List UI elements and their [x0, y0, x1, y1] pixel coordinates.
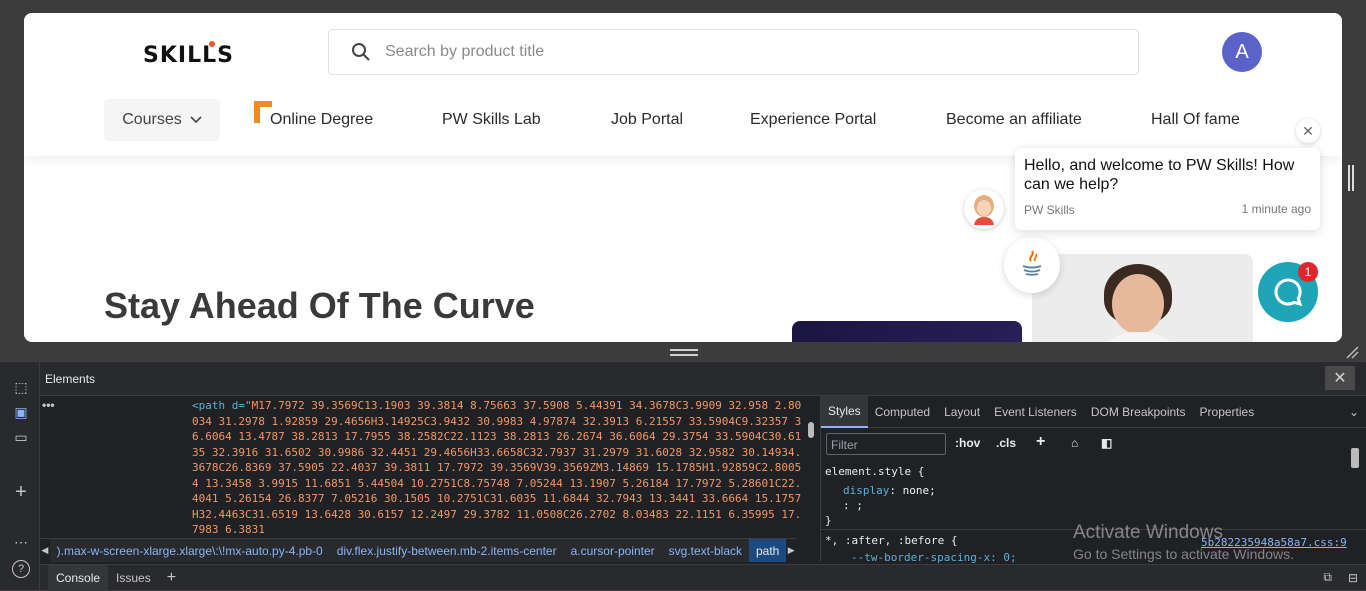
- styles-tabbar: Styles Computed Layout Event Listeners D…: [821, 395, 1366, 428]
- add-tool-icon[interactable]: +: [12, 481, 30, 503]
- logo-text: SKILLS: [143, 43, 234, 68]
- hero-title: Stay Ahead Of The Curve: [104, 285, 535, 326]
- universal-selector: *, :after, :before {: [825, 534, 958, 547]
- elements-scrollbar[interactable]: [808, 422, 814, 438]
- side-resize-handle[interactable]: [1348, 165, 1354, 191]
- tab-issues[interactable]: Issues: [108, 565, 159, 591]
- add-drawer-tab-icon[interactable]: +: [159, 565, 184, 591]
- dom-node-tag: <path d=": [192, 399, 252, 412]
- nav-job-portal[interactable]: Job Portal: [611, 99, 683, 141]
- person-face: [1112, 274, 1164, 334]
- nav-online-degree[interactable]: Online Degree: [254, 99, 374, 141]
- breadcrumb-item[interactable]: div.flex.justify-between.mb-2.items-cent…: [330, 544, 564, 558]
- nav-experience-portal[interactable]: Experience Portal: [750, 99, 876, 141]
- breadcrumb-left-arrow-icon[interactable]: ◀: [40, 539, 50, 562]
- corner-resize-icon[interactable]: [1345, 345, 1359, 359]
- chat-icon: [1274, 278, 1303, 307]
- styles-filter-input[interactable]: Filter: [826, 433, 946, 455]
- chat-close-button[interactable]: ✕: [1296, 119, 1320, 143]
- close-drawer-icon[interactable]: ⊟: [1340, 565, 1366, 591]
- breadcrumb: ◀ ).max-w-screen-xlarge.xlarge\:\!mx-aut…: [40, 538, 796, 562]
- color-picker-icon[interactable]: ⌂: [1071, 436, 1078, 450]
- help-icon[interactable]: ?: [12, 560, 30, 578]
- devtools-resize-handle[interactable]: [670, 349, 698, 356]
- chat-time: 1 minute ago: [1241, 202, 1311, 216]
- person-body: [1094, 332, 1184, 342]
- dom-node-d-value: M17.7972 39.3569C13.1903 39.3814 8.75663…: [192, 399, 802, 536]
- search-bar[interactable]: Search by product title: [328, 29, 1139, 75]
- devtools-drawer: Console Issues + ⧉ ⊟: [40, 564, 1366, 591]
- drawer-spacer: [40, 565, 48, 591]
- nav-skills-lab[interactable]: PW Skills Lab: [442, 99, 541, 141]
- main-nav: Courses Online Degree PW Skills Lab Job …: [24, 99, 1342, 141]
- search-icon: [352, 43, 370, 61]
- hero-person-image: [1032, 254, 1253, 342]
- tree-ellipsis[interactable]: •••: [42, 398, 55, 412]
- breadcrumb-item[interactable]: ).max-w-screen-xlarge.xlarge\:\!mx-auto.…: [50, 544, 330, 558]
- css-declaration-tw[interactable]: --tw-border-spacing-x: 0;: [851, 551, 1017, 564]
- page-viewport: SKILLS Search by product title A Courses…: [24, 13, 1342, 342]
- hero-card-image: [792, 321, 1022, 342]
- device-toolbar-icon[interactable]: ▣: [12, 403, 30, 421]
- elements-tree[interactable]: ••• <path d="M17.7972 39.3569C13.1903 39…: [40, 396, 820, 538]
- java-icon: [1004, 237, 1060, 293]
- devtools-sidebar: ⬚ ▣ ▭ + ⋯ ?: [0, 362, 40, 590]
- more-icon[interactable]: ⋯: [12, 533, 30, 551]
- dom-node-path[interactable]: <path d="M17.7972 39.3569C13.1903 39.381…: [192, 398, 802, 538]
- rule-close-brace: }: [825, 514, 832, 527]
- chevron-down-icon: [190, 116, 202, 124]
- nav-courses-label: Courses: [122, 111, 182, 128]
- chat-message-bubble[interactable]: Hello, and welcome to PW Skills! How can…: [1015, 148, 1320, 230]
- nav-hall-of-fame[interactable]: Hall Of fame: [1151, 99, 1240, 141]
- breadcrumb-item[interactable]: svg.text-black: [662, 544, 749, 558]
- css-declaration[interactable]: display: none;: [843, 484, 936, 497]
- nav-courses[interactable]: Courses: [104, 99, 220, 141]
- chat-message-text: Hello, and welcome to PW Skills! How can…: [1024, 157, 1295, 193]
- element-style-selector: element.style {: [825, 465, 925, 478]
- css-value: none;: [902, 484, 936, 497]
- tab-dom-breakpoints[interactable]: DOM Breakpoints: [1084, 396, 1193, 428]
- tab-layout[interactable]: Layout: [937, 396, 987, 428]
- tab-console[interactable]: Console: [48, 564, 109, 591]
- activate-subtitle: Go to Settings to activate Windows.: [1073, 546, 1294, 562]
- tab-event-listeners[interactable]: Event Listeners: [987, 396, 1084, 428]
- dock-icon[interactable]: ▭: [12, 428, 30, 446]
- toggle-sidebar-icon[interactable]: ◧: [1101, 436, 1112, 450]
- activate-title: Activate Windows: [1073, 522, 1223, 543]
- styles-scrollbar[interactable]: [1351, 448, 1359, 468]
- skills-logo[interactable]: SKILLS: [143, 41, 234, 68]
- inspect-icon[interactable]: ⬚: [12, 378, 30, 396]
- search-input[interactable]: Search by product title: [385, 43, 544, 61]
- devtools-header: Elements ✕: [40, 362, 1366, 396]
- new-tag-icon: [254, 101, 272, 123]
- site-header: SKILLS Search by product title A Courses…: [24, 13, 1342, 156]
- chat-agent-avatar: [964, 189, 1004, 229]
- chat-unread-badge: 1: [1298, 262, 1318, 282]
- nav-affiliate[interactable]: Become an affiliate: [946, 99, 1082, 141]
- tab-computed[interactable]: Computed: [868, 396, 937, 428]
- logo-dot: [209, 41, 215, 47]
- cls-toggle[interactable]: .cls: [996, 436, 1016, 450]
- nav-online-degree-label: Online Degree: [270, 111, 374, 128]
- windows-activation-watermark: Activate Windows Go to Settings to activ…: [1073, 522, 1294, 562]
- css-new-declaration[interactable]: : ;: [843, 499, 863, 512]
- chevron-down-icon[interactable]: ⌄: [1342, 396, 1366, 428]
- tab-properties[interactable]: Properties: [1193, 396, 1262, 428]
- tab-styles[interactable]: Styles: [821, 395, 868, 428]
- breadcrumb-item[interactable]: a.cursor-pointer: [564, 544, 662, 558]
- breadcrumb-item-selected[interactable]: path: [749, 539, 787, 562]
- chat-sender: PW Skills: [1024, 203, 1075, 217]
- css-property: display: [843, 484, 890, 497]
- new-rule-icon[interactable]: +: [1036, 433, 1045, 451]
- breadcrumb-right-arrow-icon[interactable]: ▶: [786, 539, 796, 562]
- hov-toggle[interactable]: :hov: [955, 436, 980, 450]
- avatar[interactable]: A: [1222, 32, 1262, 72]
- devtools-panel-title: Elements: [45, 372, 96, 386]
- dock-drawer-icon[interactable]: ⧉: [1315, 565, 1340, 591]
- devtools-close-button[interactable]: ✕: [1325, 366, 1355, 390]
